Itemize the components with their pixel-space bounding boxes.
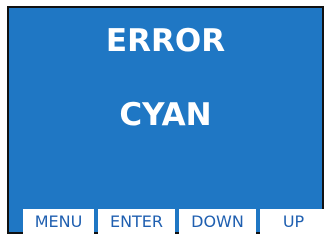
lcd-screen: ERROR CYAN MENU ENTER DOWN UP bbox=[7, 6, 327, 234]
error-value: CYAN bbox=[119, 97, 212, 133]
error-title: ERROR bbox=[105, 23, 226, 59]
up-softkey[interactable]: UP bbox=[260, 209, 327, 234]
down-softkey[interactable]: DOWN bbox=[179, 209, 256, 234]
menu-softkey[interactable]: MENU bbox=[23, 209, 94, 234]
enter-softkey[interactable]: ENTER bbox=[98, 209, 175, 234]
